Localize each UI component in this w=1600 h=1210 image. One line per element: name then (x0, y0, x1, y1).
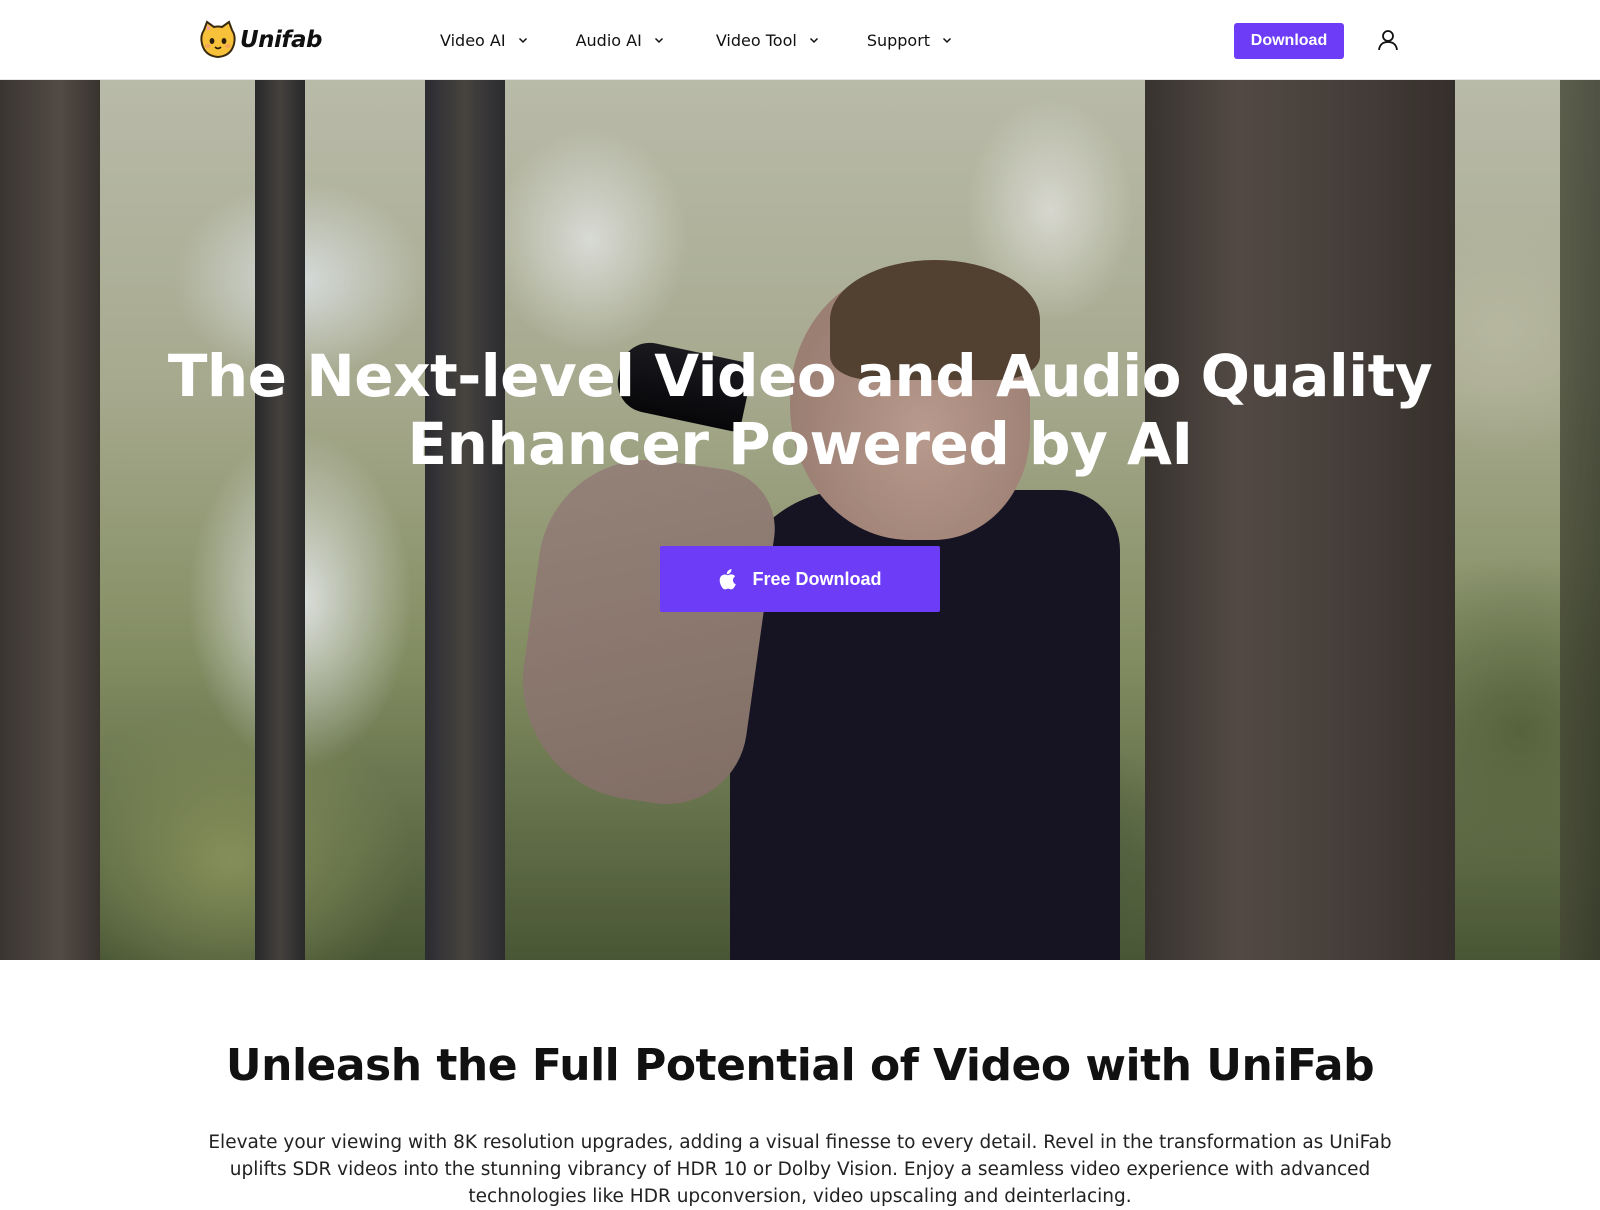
chevron-down-icon (518, 37, 527, 44)
site-header: Unifab Video AI Audio AI Video Tool Supp… (0, 0, 1600, 80)
nav-item-video-ai[interactable]: Video AI (440, 24, 528, 56)
cat-logo-icon (198, 20, 238, 60)
nav-item-video-tool[interactable]: Video Tool (716, 24, 819, 56)
main-nav: Video AI Audio AI Video Tool Support (440, 24, 996, 56)
nav-item-support[interactable]: Support (867, 24, 952, 56)
logo-text: Unifab (240, 27, 322, 53)
nav-item-label: Support (866, 30, 931, 50)
chevron-down-icon (654, 37, 663, 44)
hero-title-line-1: The Next-level Video and Audio Quality (167, 342, 1433, 410)
free-download-button[interactable]: Free Download (660, 546, 940, 612)
logo-link[interactable]: Unifab (198, 20, 322, 60)
intro-title: Unleash the Full Potential of Video with… (225, 1040, 1375, 1091)
nav-item-label: Video AI (440, 30, 506, 50)
intro-text: Elevate your viewing with 8K resolution … (208, 1132, 1392, 1207)
hero-overlay (0, 80, 1600, 960)
nav-item-label: Video Tool (715, 30, 797, 50)
hero-title: The Next-level Video and Audio Quality E… (0, 342, 1600, 478)
chevron-down-icon (943, 37, 952, 44)
free-download-label: Free Download (752, 568, 882, 589)
user-icon[interactable] (1376, 28, 1400, 52)
chevron-down-icon (809, 37, 818, 44)
hero-title-line-2: Enhancer Powered by AI (407, 410, 1193, 478)
nav-item-label: Audio AI (575, 30, 642, 50)
nav-item-audio-ai[interactable]: Audio AI (576, 24, 664, 56)
header-download-button[interactable]: Download (1234, 23, 1344, 59)
hero-section: The Next-level Video and Audio Quality E… (0, 80, 1600, 960)
apple-icon (720, 569, 737, 590)
